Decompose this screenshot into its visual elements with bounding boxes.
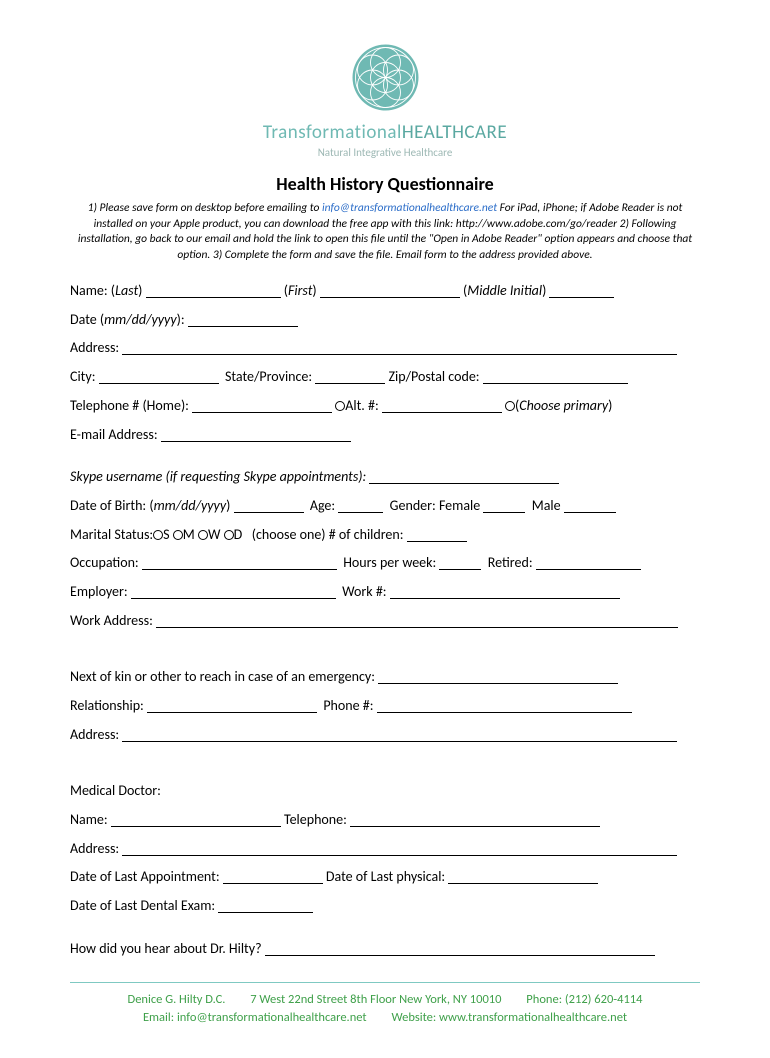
radio-w[interactable] (198, 530, 208, 540)
form-title: Health History Questionnaire (70, 173, 700, 195)
input-state[interactable] (315, 370, 385, 384)
logo-icon (348, 40, 423, 115)
input-workno[interactable] (390, 585, 620, 599)
row-city: City: State/Province: Zip/Postal code: (70, 363, 700, 392)
radio-alt-primary[interactable] (505, 401, 515, 411)
input-dob[interactable] (234, 499, 304, 513)
row-lastappt: Date of Last Appointment: Date of Last p… (70, 863, 700, 892)
input-children[interactable] (407, 528, 467, 542)
row-email: E-mail Address: (70, 421, 700, 450)
input-workaddr[interactable] (156, 614, 678, 628)
instructions-email-link[interactable]: info@transformationalhealthcare.net (322, 201, 497, 215)
row-kin-addr: Address: (70, 721, 700, 750)
input-mi[interactable] (549, 284, 614, 298)
radio-s[interactable] (153, 530, 163, 540)
footer-phone: Phone: (212) 620-4114 (526, 992, 642, 1007)
footer-email: Email: info@transformationalhealthcare.n… (143, 1010, 367, 1025)
input-hours[interactable] (439, 556, 481, 570)
input-male[interactable] (564, 499, 616, 513)
input-nextkin[interactable] (378, 670, 618, 684)
input-hear[interactable] (265, 942, 655, 956)
footer-website: Website: www.transformationalhealthcare.… (391, 1010, 627, 1025)
radio-home-primary[interactable] (335, 401, 345, 411)
radio-d[interactable] (224, 530, 234, 540)
footer-address: 7 West 22nd Street 8th Floor New York, N… (250, 992, 501, 1007)
row-dob: Date of Birth: (mm/dd/yyyy) Age: Gender:… (70, 492, 700, 521)
input-docname[interactable] (111, 813, 281, 827)
input-zip[interactable] (483, 370, 628, 384)
footer-name: Denice G. Hilty D.C. (128, 992, 226, 1007)
input-age[interactable] (338, 499, 383, 513)
input-occupation[interactable] (142, 556, 337, 570)
row-docname: Name: Telephone: (70, 806, 700, 835)
row-name: Name: (Last) (First) (Middle Initial) (70, 277, 700, 306)
row-nextkin: Next of kin or other to reach in case of… (70, 663, 700, 692)
row-telephone: Telephone # (Home): Alt. #: (Choose prim… (70, 392, 700, 421)
input-female[interactable] (483, 499, 525, 513)
input-kin-phone[interactable] (377, 699, 632, 713)
row-workaddr: Work Address: (70, 607, 700, 636)
input-tel-home[interactable] (192, 399, 332, 413)
input-address[interactable] (122, 341, 677, 355)
input-retired[interactable] (536, 556, 641, 570)
footer: Denice G. Hilty D.C. 7 West 22nd Street … (70, 991, 700, 1029)
brand-tagline: Natural Integrative Healthcare (70, 146, 700, 159)
input-first[interactable] (320, 284, 460, 298)
input-employer[interactable] (131, 585, 336, 599)
header-logo-block: TransformationalHEALTHCARE Natural Integ… (70, 40, 700, 159)
row-meddoc-label: Medical Doctor: (70, 777, 700, 806)
input-docaddr[interactable] (122, 842, 677, 856)
row-occupation: Occupation: Hours per week: Retired: (70, 549, 700, 578)
row-marital: Marital Status:S M W D (choose one) # of… (70, 521, 700, 550)
row-lastdental: Date of Last Dental Exam: (70, 892, 700, 921)
row-skype: Skype username (if requesting Skype appo… (70, 463, 700, 492)
brand-name: TransformationalHEALTHCARE (70, 121, 700, 144)
input-city[interactable] (99, 370, 219, 384)
row-relationship: Relationship: Phone #: (70, 692, 700, 721)
form-body: Name: (Last) (First) (Middle Initial) Da… (70, 277, 700, 963)
row-address: Address: (70, 334, 700, 363)
input-lastphys[interactable] (448, 870, 598, 884)
input-kin-addr[interactable] (122, 728, 677, 742)
input-doctel[interactable] (350, 813, 600, 827)
input-lastdental[interactable] (218, 899, 313, 913)
row-date: Date (mm/dd/yyyy): (70, 306, 700, 335)
input-email[interactable] (161, 428, 351, 442)
input-skype[interactable] (369, 470, 559, 484)
input-tel-alt[interactable] (382, 399, 502, 413)
input-relationship[interactable] (147, 699, 317, 713)
input-lastappt[interactable] (223, 870, 323, 884)
row-hear: How did you hear about Dr. Hilty? (70, 935, 700, 964)
footer-divider (70, 982, 700, 983)
input-date[interactable] (188, 313, 298, 327)
radio-m[interactable] (173, 530, 183, 540)
row-employer: Employer: Work #: (70, 578, 700, 607)
input-last[interactable] (146, 284, 281, 298)
instructions: 1) Please save form on desktop before em… (70, 201, 700, 263)
row-docaddr: Address: (70, 835, 700, 864)
